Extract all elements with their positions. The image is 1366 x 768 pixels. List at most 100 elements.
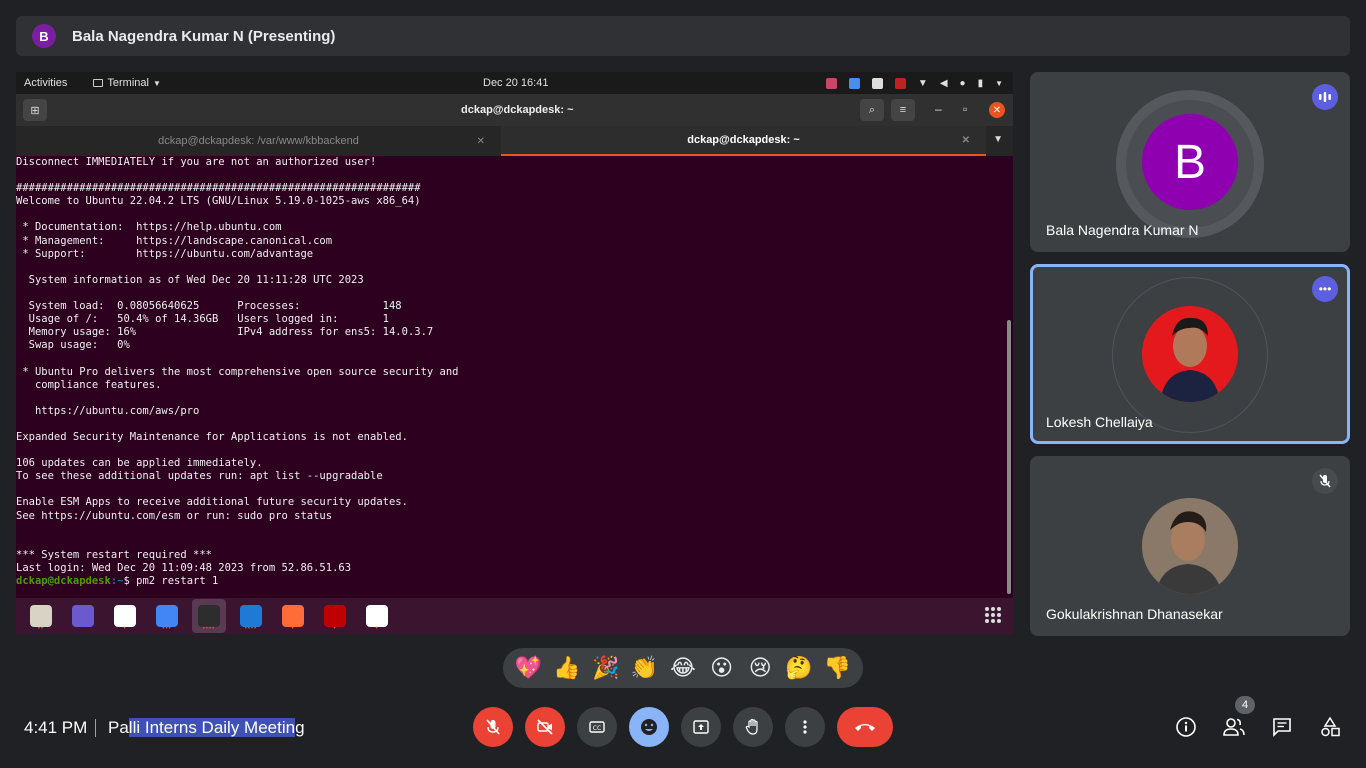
running-indicator: •	[291, 626, 295, 632]
terminal-line: Expanded Security Maintenance for Applic…	[16, 430, 408, 443]
terminal-line: Swap usage: 0%	[16, 339, 130, 352]
terminal-line: compliance features.	[16, 378, 162, 391]
camera-off-button[interactable]	[525, 707, 565, 747]
tab-home[interactable]: dckap@dckapdesk: ~ ✕	[501, 126, 986, 156]
info-icon	[1176, 717, 1196, 737]
terminal-search-button[interactable]: ⌕	[860, 99, 884, 121]
chat-button[interactable]	[1269, 714, 1295, 740]
raise-hand-button[interactable]	[733, 707, 773, 747]
participant-tile[interactable]: Gokulakrishnan Dhanasekar	[1030, 456, 1350, 636]
gnome-clock[interactable]: Dec 20 16:41	[483, 77, 548, 89]
participant-tile[interactable]: B Bala Nagendra Kumar N	[1030, 72, 1350, 252]
tab-label: dckap@dckapdesk: ~	[687, 134, 800, 146]
vscode-icon[interactable]: ••••	[234, 599, 268, 633]
app-menu[interactable]: Terminal ▼	[93, 77, 161, 89]
more-options-icon[interactable]: •••	[1312, 276, 1338, 302]
avatar-initial: B	[1173, 135, 1206, 189]
restore-icon[interactable]: ▫	[963, 102, 967, 116]
people-button[interactable]	[1221, 714, 1247, 740]
reaction-emoji[interactable]: 💖	[512, 656, 544, 681]
terminal-scrollbar[interactable]	[1007, 320, 1011, 594]
chrome-icon[interactable]: •••	[150, 599, 184, 633]
shield-tray-icon[interactable]	[848, 77, 860, 89]
reaction-emoji[interactable]: 😢	[744, 656, 776, 681]
system-tray[interactable]: ▼ ◀ ● ▮ ▼	[825, 77, 1003, 89]
emoji-icon	[641, 719, 657, 735]
close-window-icon[interactable]: ✕	[989, 102, 1005, 118]
more-options-button[interactable]	[785, 707, 825, 747]
tab-label: dckap@dckapdesk: /var/www/kbbackend	[158, 135, 359, 147]
reaction-emoji[interactable]: 👏	[628, 656, 660, 681]
tab-kbbackend[interactable]: dckap@dckapdesk: /var/www/kbbackend ✕	[16, 126, 501, 156]
leave-call-button[interactable]	[837, 707, 893, 747]
screenshot-icon[interactable]	[66, 599, 100, 633]
volume-icon[interactable]: ◀	[940, 78, 948, 89]
terminal-line: 106 updates can be applied immediately.	[16, 457, 263, 470]
terminal-menu-button[interactable]: ≡	[891, 99, 915, 121]
filezilla-icon[interactable]: •	[318, 599, 352, 633]
screenshot-icon-glyph	[72, 605, 94, 627]
terminal-line: * Support: https://ubuntu.com/advantage	[16, 247, 314, 260]
participant-avatar	[1142, 498, 1238, 594]
show-apps-icon[interactable]	[985, 607, 1001, 623]
running-indicator: •	[333, 626, 337, 632]
slack-tray-icon[interactable]	[825, 77, 837, 89]
activities-button[interactable]: Activities	[24, 77, 67, 89]
mic-off-button[interactable]	[473, 707, 513, 747]
reaction-emoji[interactable]: 👍	[551, 656, 583, 681]
shared-screen: Activities Terminal ▼ Dec 20 16:41 ▼ ◀ ●…	[16, 72, 1013, 634]
reaction-emoji[interactable]: 😮	[706, 656, 738, 681]
app-tray-icon[interactable]	[894, 77, 906, 89]
clipboard-tray-icon[interactable]	[871, 77, 883, 89]
tab-close-icon[interactable]: ✕	[477, 136, 485, 147]
participant-tile[interactable]: ••• Lokesh Chellaiya	[1030, 264, 1350, 444]
terminal-icon[interactable]: ••••	[192, 599, 226, 633]
chat-icon	[1273, 718, 1291, 737]
activities-panel-button[interactable]	[1317, 714, 1343, 740]
reaction-emoji[interactable]: 🎉	[590, 656, 622, 681]
presenter-bar: B Bala Nagendra Kumar N (Presenting)	[16, 16, 1350, 56]
terminal-line: ########################################…	[16, 182, 421, 195]
microphone-icon[interactable]: ●	[960, 78, 966, 89]
reactions-bar: 💖 👍 🎉 👏 😂 😮 😢 🤔 👎	[503, 648, 863, 688]
files-icon[interactable]: ••	[24, 599, 58, 633]
slack-icon[interactable]: •	[108, 599, 142, 633]
emoji-button[interactable]	[629, 707, 669, 747]
captions-button[interactable]: CC	[577, 707, 617, 747]
captions-icon: CC	[589, 721, 605, 733]
reaction-emoji[interactable]: 🤔	[783, 656, 815, 681]
terminal-icon-glyph	[198, 605, 220, 627]
more-vert-icon	[803, 720, 807, 734]
minimize-icon[interactable]: –	[935, 102, 942, 116]
postman-icon[interactable]: •	[276, 599, 310, 633]
hand-icon	[745, 718, 758, 735]
slack-icon-glyph	[114, 605, 136, 627]
terminal-line: Welcome to Ubuntu 22.04.2 LTS (GNU/Linux…	[16, 195, 421, 208]
meeting-details-button[interactable]	[1173, 714, 1199, 740]
tab-close-icon[interactable]: ✕	[962, 135, 970, 146]
terminal-line: * Documentation: https://help.ubuntu.com	[16, 221, 282, 234]
people-count-badge: 4	[1235, 696, 1255, 714]
battery-icon[interactable]: ▮	[978, 78, 984, 89]
terminal-line: See https://ubuntu.com/esm or run: sudo …	[16, 509, 333, 522]
tabs-menu-icon[interactable]: ▼	[993, 134, 1003, 145]
reaction-emoji[interactable]: 👎	[822, 656, 854, 681]
wifi-icon[interactable]: ▼	[918, 78, 928, 89]
svg-text:CC: CC	[593, 725, 601, 732]
terminal-prompt-line: dckap@dckapdesk:~$ pm2 restart 1	[16, 575, 1006, 588]
terminal-output[interactable]: Disconnect IMMEDIATELY if you are not an…	[16, 156, 1006, 598]
new-tab-button[interactable]: ⊞	[23, 99, 47, 121]
pgadmin-icon[interactable]: •	[360, 599, 394, 633]
tray-caret-icon[interactable]: ▼	[995, 79, 1003, 88]
postman-icon-glyph	[282, 605, 304, 627]
present-button[interactable]	[681, 707, 721, 747]
reaction-emoji[interactable]: 😂	[667, 656, 699, 681]
